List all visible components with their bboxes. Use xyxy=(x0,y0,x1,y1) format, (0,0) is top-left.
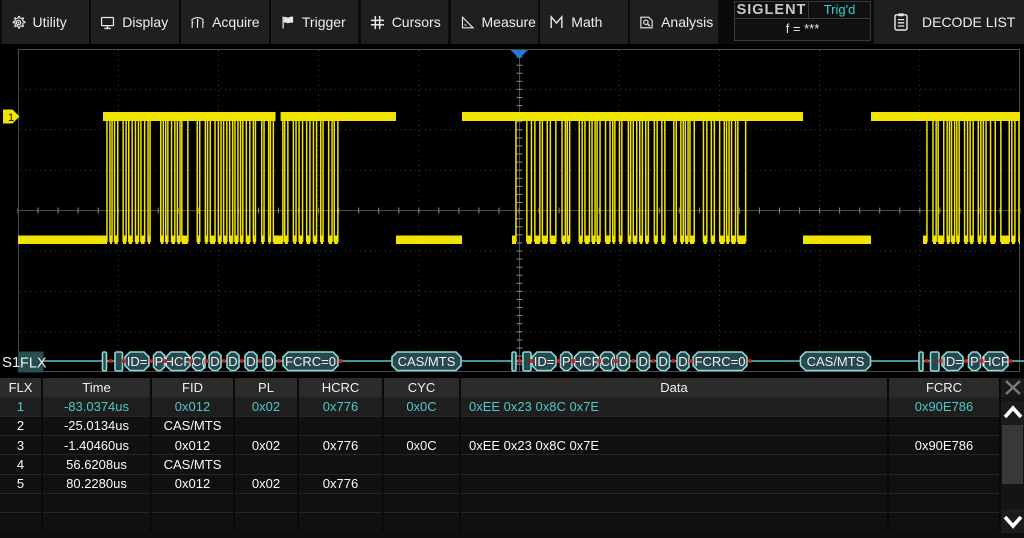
svg-text:FLX: FLX xyxy=(20,356,47,372)
svg-text:D: D xyxy=(264,354,273,369)
svg-text:CAS/MTS: CAS/MTS xyxy=(807,354,865,369)
svg-text:ID=: ID= xyxy=(942,354,963,369)
svg-text:FCRC=0: FCRC=0 xyxy=(695,354,746,369)
svg-text:ID=: ID= xyxy=(534,354,555,369)
svg-text:D: D xyxy=(619,354,628,369)
svg-text:HCF: HCF xyxy=(982,354,1009,369)
svg-text:C(: C( xyxy=(192,354,206,369)
svg-text:HCF: HCF xyxy=(573,354,600,369)
svg-text:1: 1 xyxy=(8,112,14,124)
svg-text:P: P xyxy=(970,354,979,369)
svg-text:P: P xyxy=(562,354,571,369)
svg-text:D: D xyxy=(639,354,648,369)
svg-text:FCRC=0: FCRC=0 xyxy=(285,354,336,369)
svg-text:S1: S1 xyxy=(2,354,20,371)
svg-text:ID=: ID= xyxy=(127,354,148,369)
svg-text:D: D xyxy=(210,354,219,369)
svg-text:C(: C( xyxy=(601,354,615,369)
svg-text:CAS/MTS: CAS/MTS xyxy=(398,354,456,369)
svg-text:D: D xyxy=(246,354,255,369)
svg-text:HCF: HCF xyxy=(165,354,192,369)
svg-text:D: D xyxy=(659,354,668,369)
svg-text:D: D xyxy=(228,354,237,369)
svg-text:P: P xyxy=(155,354,164,369)
svg-text:D: D xyxy=(678,354,687,369)
